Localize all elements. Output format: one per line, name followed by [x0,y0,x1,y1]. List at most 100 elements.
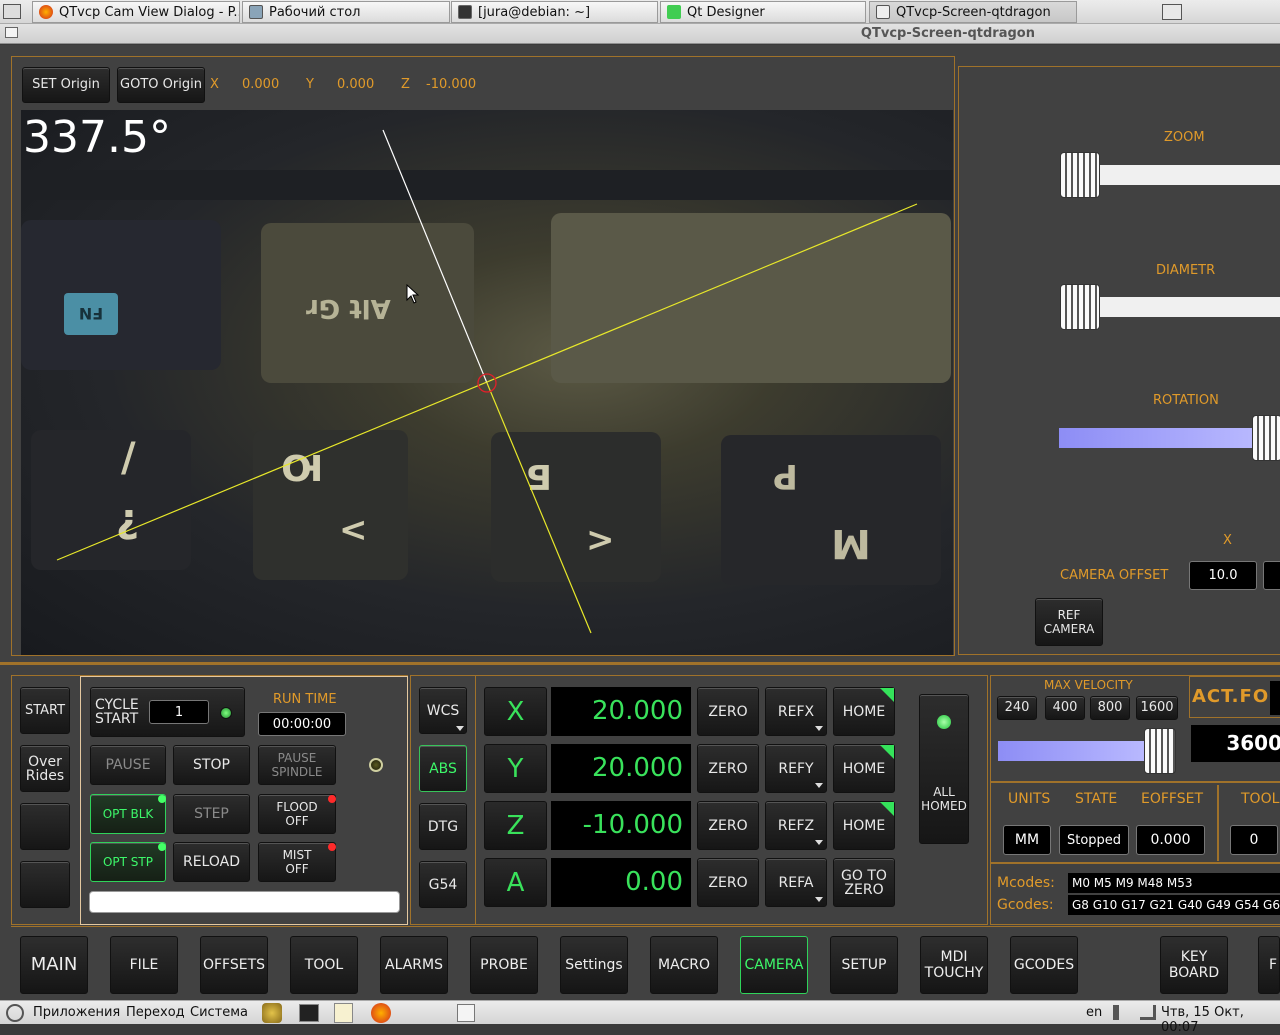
go-to-zero-button[interactable]: GO TO ZERO [833,858,895,907]
nav-settings[interactable]: Settings [560,936,628,994]
firefox-launcher-icon[interactable] [371,1003,391,1023]
window-menu-icon[interactable] [5,27,18,38]
task-qtdragon[interactable]: QTvcp-Screen-qtdragon [869,1,1077,23]
qt-icon [667,5,681,19]
nav-gcodes[interactable]: GCODES [1010,936,1078,994]
cycle-count-field[interactable]: 1 [149,700,209,724]
velocity-800-button[interactable]: 800 [1090,696,1130,720]
axis-z-button[interactable]: Z [484,801,547,850]
task-label: QTvcp Cam View Dialog - P... [59,4,240,20]
diametr-label: DIAMETR [1156,263,1216,278]
flood-led [328,795,336,803]
nav-alarms[interactable]: ALARMS [380,936,448,994]
rotation-slider-handle[interactable] [1252,415,1280,461]
camera-offset-y-field[interactable] [1263,561,1280,590]
origin-z-label: Z [401,77,410,92]
all-homed-button[interactable]: ALL HOMED [919,694,969,844]
network-icon[interactable] [1140,1005,1156,1020]
camera-view[interactable]: FN Alt Gr / ? Ю < Б > Р М 337.5° [21,110,953,655]
velocity-400-button[interactable]: 400 [1045,696,1085,720]
task-terminal[interactable]: [jura@debian: ~] [451,1,658,23]
zero-a-button[interactable]: ZERO [697,858,759,907]
side-button-3[interactable] [20,803,70,850]
mist-led [328,843,336,851]
terminal-launcher-icon[interactable] [299,1004,319,1022]
stop-button[interactable]: STOP [173,745,250,785]
zero-x-button[interactable]: ZERO [697,687,759,736]
dro-separator [475,676,476,925]
firefox-icon [39,5,53,19]
dtg-button[interactable]: DTG [419,803,467,850]
side-button-4[interactable] [20,861,70,908]
nav-keyboard[interactable]: KEY BOARD [1160,936,1228,994]
mist-button[interactable]: MIST OFF [258,842,336,882]
nav-macro[interactable]: MACRO [650,936,718,994]
camera-offset-x-field[interactable]: 10.0 [1189,561,1257,590]
overrides-button[interactable]: Over Rides [20,745,70,792]
zero-z-button[interactable]: ZERO [697,801,759,850]
origin-y-value: 0.000 [337,77,375,92]
task-qt-designer[interactable]: Qt Designer [660,1,866,23]
editor-launcher-icon[interactable] [334,1003,353,1023]
camera-offset-label: CAMERA OFFSET [1060,568,1169,583]
velocity-1600-button[interactable]: 1600 [1136,696,1178,720]
show-desktop-icon[interactable] [1162,4,1182,20]
task-desktop[interactable]: Рабочий стол [242,1,450,23]
nav-probe[interactable]: PROBE [470,936,538,994]
max-velocity-slider-track[interactable] [998,741,1146,761]
task-cam-view[interactable]: QTvcp Cam View Dialog - P... [32,1,240,23]
window-titlebar: QTvcp-Screen-qtdragon [0,24,1280,44]
clock[interactable]: Чтв, 15 Окт, 00:07 [1161,1005,1280,1035]
pause-spindle-button[interactable]: PAUSE SPINDLE [258,745,336,785]
wcs-dropdown-icon [456,726,464,731]
axis-x-button[interactable]: X [484,687,547,736]
step-button[interactable]: STEP [173,794,250,834]
nav-camera[interactable]: CAMERA [740,936,808,994]
nav-main[interactable]: MAIN [20,936,88,994]
reload-button[interactable]: RELOAD [173,842,250,882]
opt-stp-button[interactable]: OPT STP [90,842,166,882]
zoom-slider-handle[interactable] [1060,152,1100,198]
nav-mdi-touchy[interactable]: MDI TOUCHY [920,936,988,994]
pause-button[interactable]: PAUSE [90,745,166,785]
g54-button[interactable]: G54 [419,861,467,908]
axis-a-button[interactable]: A [484,858,547,907]
nav-tool[interactable]: TOOL [290,936,358,994]
linuxcnc-launcher-icon[interactable] [262,1003,282,1023]
zero-y-button[interactable]: ZERO [697,744,759,793]
ref-camera-button[interactable]: REF CAMERA [1035,598,1103,646]
nav-more[interactable]: F [1258,936,1280,994]
rotation-slider-track[interactable] [1059,428,1259,448]
window-title: QTvcp-Screen-qtdragon [860,26,1035,41]
act-fo-field [1270,681,1280,715]
status-divider [990,781,1280,783]
window-menu-icon[interactable] [3,4,21,19]
keyboard-layout[interactable]: en [1086,1005,1102,1020]
origin-x-label: X [210,77,219,92]
task-label: QTvcp-Screen-qtdragon [896,4,1051,20]
set-origin-button[interactable]: SET Origin [22,67,110,103]
velocity-240-button[interactable]: 240 [997,696,1037,720]
axis-y-button[interactable]: Y [484,744,547,793]
system-menu[interactable]: Система [190,1005,248,1020]
flood-button[interactable]: FLOOD OFF [258,794,336,834]
diametr-slider-handle[interactable] [1060,284,1100,330]
top-taskbar: QTvcp Cam View Dialog - P... Рабочий сто… [0,0,1280,24]
opt-blk-button[interactable]: OPT BLK [90,794,166,834]
places-menu[interactable]: Переход [126,1005,185,1020]
nav-file[interactable]: FILE [110,936,178,994]
nav-setup[interactable]: SETUP [830,936,898,994]
units-label: UNITS [1008,791,1051,807]
gcodes-label: Gcodes: [997,897,1054,913]
nav-divider [11,926,1280,927]
max-velocity-slider-handle[interactable] [1144,728,1176,774]
goto-origin-button[interactable]: GOTO Origin [117,67,205,103]
volume-icon[interactable] [1113,1005,1127,1020]
trash-icon[interactable] [457,1004,475,1022]
abs-button[interactable]: ABS [419,745,467,792]
applications-menu[interactable]: Приложения [33,1005,120,1020]
start-button[interactable]: START [20,687,70,734]
cycle-start-label: CYCLE START [95,697,139,727]
nav-offsets[interactable]: OFFSETS [200,936,268,994]
desktop-icon [249,5,263,19]
